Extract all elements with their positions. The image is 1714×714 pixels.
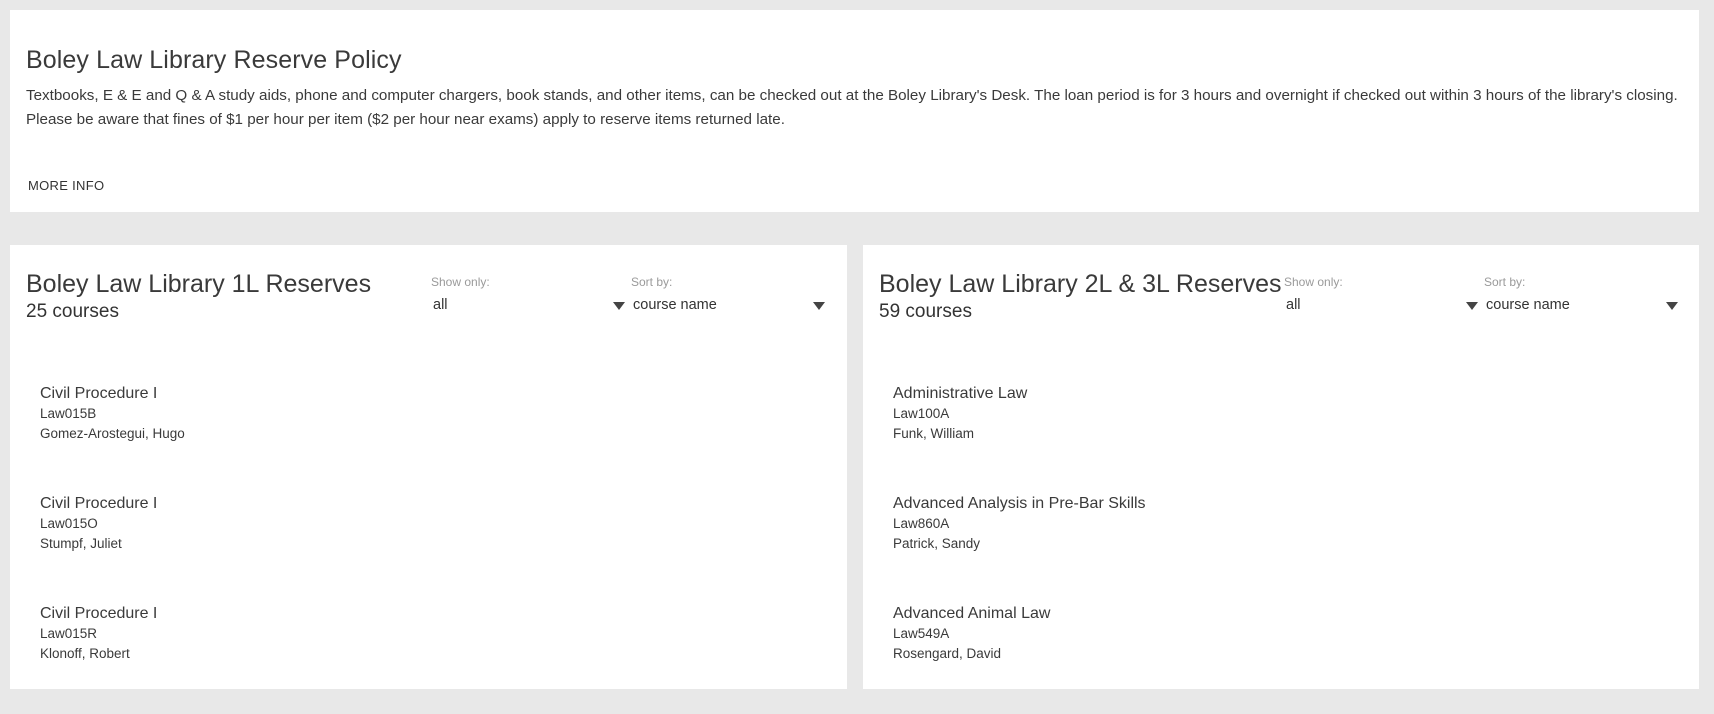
show-only-select[interactable]: all [1283,294,1478,316]
course-instructor: Klonoff, Robert [40,646,130,661]
course-instructor: Rosengard, David [893,646,1002,661]
course-instructor: Patrick, Sandy [893,536,981,551]
course-list: Civil Procedure I Law015B Gomez-Arostegu… [40,384,820,714]
chevron-down-icon [1666,302,1678,310]
policy-title: Boley Law Library Reserve Policy [26,46,402,74]
course-code: Law549A [893,626,950,641]
reserves-2l3l-title: Boley Law Library 2L & 3L Reserves [879,270,1282,298]
course-instructor: Funk, William [893,426,975,441]
show-only-value: all [433,297,448,313]
reserves-1l-panel: Boley Law Library 1L Reserves 25 courses… [10,245,847,689]
course-code: Law100A [893,406,950,421]
show-only-label: Show only: [431,275,490,289]
show-only-control: Show only: all [430,275,625,316]
course-name: Civil Procedure I [40,605,158,622]
sort-by-label: Sort by: [631,275,673,289]
reserves-2l3l-panel: Boley Law Library 2L & 3L Reserves 59 co… [863,245,1699,689]
chevron-down-icon [1466,302,1478,310]
course-instructor: Gomez-Arostegui, Hugo [40,426,185,441]
course-instructor: Stumpf, Juliet [40,536,122,551]
course-name: Advanced Analysis in Pre-Bar Skills [893,495,1146,512]
reserve-policy-panel: Boley Law Library Reserve Policy Textboo… [10,10,1699,212]
course-code: Law015R [40,626,98,641]
sort-by-control: Sort by: course name [1483,275,1678,316]
policy-text: Textbooks, E & E and Q & A study aids, p… [26,87,1678,128]
show-only-control: Show only: all [1283,275,1478,316]
course-code: Law860A [893,516,950,531]
course-item[interactable]: Advanced Analysis in Pre-Bar Skills Law8… [893,494,1673,604]
chevron-down-icon [813,302,825,310]
show-only-value: all [1286,297,1301,313]
course-item[interactable]: Advanced Animal Law Law549A Rosengard, D… [893,604,1673,714]
sort-by-value: course name [1486,297,1570,313]
course-code: Law015O [40,516,98,531]
show-only-select[interactable]: all [430,294,625,316]
more-info-button[interactable]: MORE INFO [28,178,104,193]
reserves-1l-count: 25 courses [26,301,119,322]
course-name: Administrative Law [893,385,1028,402]
course-item[interactable]: Civil Procedure I Law015R Klonoff, Rober… [40,604,820,714]
reserves-2l3l-count: 59 courses [879,301,972,322]
sort-by-select[interactable]: course name [1483,294,1678,316]
sort-by-label: Sort by: [1484,275,1526,289]
course-item[interactable]: Administrative Law Law100A Funk, William [893,384,1673,494]
course-code: Law015B [40,406,97,421]
sort-by-value: course name [633,297,717,313]
chevron-down-icon [613,302,625,310]
reserves-1l-title: Boley Law Library 1L Reserves [26,270,372,298]
course-item[interactable]: Civil Procedure I Law015O Stumpf, Juliet [40,494,820,604]
course-name: Civil Procedure I [40,495,158,512]
sort-by-select[interactable]: course name [630,294,825,316]
course-item[interactable]: Civil Procedure I Law015B Gomez-Arostegu… [40,384,820,494]
course-name: Civil Procedure I [40,385,158,402]
sort-by-control: Sort by: course name [630,275,825,316]
course-name: Advanced Animal Law [893,605,1051,622]
show-only-label: Show only: [1284,275,1343,289]
course-list: Administrative Law Law100A Funk, William… [893,384,1673,714]
